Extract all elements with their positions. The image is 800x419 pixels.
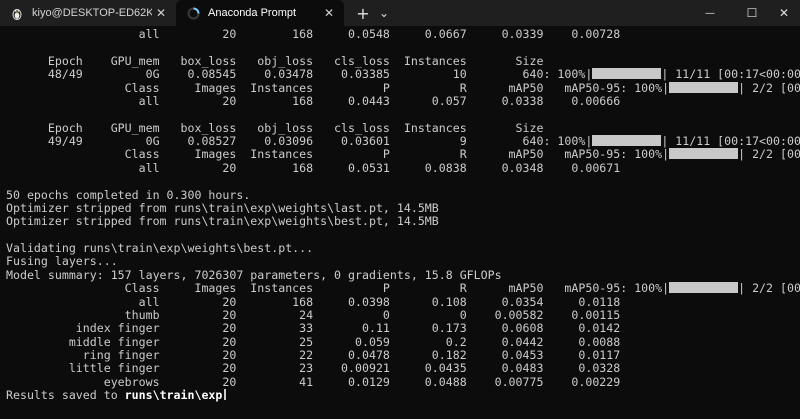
tab-label: Anaconda Prompt <box>208 7 297 19</box>
progress-bar <box>669 148 739 160</box>
terminal-line: Class Images Instances P R mAP50 mAP50-9… <box>6 80 800 95</box>
progress-text: | 11/11 [00:17<00:00, <box>661 134 800 148</box>
tab-wsl[interactable]: kiyo@DESKTOP-ED62KF3: ~ ✕ <box>0 0 176 26</box>
line-text: all 20 168 0.0398 0.108 0.0354 0.0118 <box>6 294 621 309</box>
terminal-line: all 20 168 0.0531 0.0838 0.0348 0.00671 <box>6 160 800 175</box>
line-text: Model summary: 157 layers, 7026307 param… <box>6 267 502 282</box>
terminal-line: Class Images Instances P R mAP50 mAP50-9… <box>6 281 800 296</box>
terminal-line: Validating runs\train\exp\weights\best.p… <box>6 241 800 255</box>
terminal-line: Model summary: 157 layers, 7026307 param… <box>6 267 800 282</box>
line-text: all 20 168 0.0531 0.0838 0.0348 0.00671 <box>6 160 621 175</box>
results-path: runs\train\exp <box>124 388 223 403</box>
progress-text: | 2/2 [00:0 <box>738 147 800 162</box>
terminal-line: all 20 168 0.0443 0.057 0.0338 0.00666 <box>6 93 800 108</box>
line-text: Results saved to <box>6 388 125 403</box>
terminal-line: thumb 20 24 0 0 0.00582 0.00115 <box>6 307 800 322</box>
line-text: Optimizer stripped from runs\train\exp\w… <box>6 200 439 215</box>
terminal-line: middle finger 20 25 0.059 0.2 0.0442 0.0… <box>6 334 800 349</box>
line-text: thumb 20 24 0 0 0.00582 0.00115 <box>6 307 621 322</box>
line-text: Epoch GPU_mem box_loss obj_loss cls_loss… <box>6 120 544 135</box>
linux-penguin-icon <box>10 6 24 20</box>
line-text: 49/49 0G 0.08527 0.03096 0.03601 9 640: … <box>6 134 593 148</box>
maximize-button[interactable]: ☐ <box>734 0 770 26</box>
loading-spinner-icon <box>186 6 200 20</box>
terminal-line: all 20 168 0.0398 0.108 0.0354 0.0118 <box>6 294 800 309</box>
close-tab-icon[interactable]: ✕ <box>320 6 338 20</box>
terminal-line: 49/49 0G 0.08527 0.03096 0.03601 9 640: … <box>6 134 800 148</box>
terminal-line: Results saved to runs\train\exp <box>6 388 800 403</box>
close-tab-icon[interactable]: ✕ <box>152 6 170 20</box>
tab-dropdown-button[interactable]: ⌄ <box>374 0 394 26</box>
terminal-lines: all 20 168 0.0548 0.0667 0.0339 0.00728 … <box>6 27 800 403</box>
progress-text: | 2/2 [00:0 <box>738 281 800 296</box>
progress-text: | 2/2 [00:0 <box>738 80 800 95</box>
line-text: middle finger 20 25 0.059 0.2 0.0442 0.0… <box>6 334 621 349</box>
title-bar: kiyo@DESKTOP-ED62KF3: ~ ✕ Anaconda Promp… <box>0 0 800 26</box>
terminal-line: eyebrows 20 41 0.0129 0.0488 0.00775 0.0… <box>6 374 800 389</box>
line-text: Fusing layers... <box>6 254 118 269</box>
progress-text: | 11/11 [00:17<00:00, <box>661 67 800 82</box>
progress-bar <box>669 282 739 294</box>
progress-bar <box>592 68 662 80</box>
line-text: Optimizer stripped from runs\train\exp\w… <box>6 214 439 229</box>
terminal-line: 48/49 0G 0.08545 0.03478 0.03385 10 640:… <box>6 67 800 82</box>
line-text: Class Images Instances P R mAP50 mAP50-9… <box>6 281 670 296</box>
line-text: index finger 20 33 0.11 0.173 0.0608 0.0… <box>6 321 621 336</box>
tab-label: kiyo@DESKTOP-ED62KF3: ~ <box>32 7 152 19</box>
line-text: Class Images Instances P R mAP50 mAP50-9… <box>6 80 670 95</box>
line-text: 50 epochs completed in 0.300 hours. <box>6 187 251 202</box>
new-tab-button[interactable]: + <box>352 0 374 26</box>
line-text: all 20 168 0.0443 0.057 0.0338 0.00666 <box>6 93 621 108</box>
progress-bar <box>592 135 662 146</box>
minimize-button[interactable]: — <box>692 0 728 26</box>
terminal-line: Fusing layers... <box>6 255 800 268</box>
line-text: ring finger 20 22 0.0478 0.182 0.0453 0.… <box>6 348 621 362</box>
line-text: eyebrows 20 41 0.0129 0.0488 0.00775 0.0… <box>6 374 621 389</box>
close-window-button[interactable]: ✕ <box>768 0 800 26</box>
line-text: Epoch GPU_mem box_loss obj_loss cls_loss… <box>6 53 544 68</box>
line-text: little finger 20 23 0.00921 0.0435 0.048… <box>6 361 621 376</box>
tab-anaconda-prompt[interactable]: Anaconda Prompt ✕ <box>176 0 344 26</box>
terminal-line: 50 epochs completed in 0.300 hours. <box>6 187 800 202</box>
terminal-output[interactable]: all 20 168 0.0548 0.0667 0.0339 0.00728 … <box>0 26 800 419</box>
line-text: 48/49 0G 0.08545 0.03478 0.03385 10 640:… <box>6 67 593 82</box>
text-cursor <box>224 389 227 401</box>
terminal-line: little finger 20 23 0.00921 0.0435 0.048… <box>6 362 800 375</box>
terminal-line: Epoch GPU_mem box_loss obj_loss cls_loss… <box>6 53 800 68</box>
terminal-line: all 20 168 0.0548 0.0667 0.0339 0.00728 <box>6 27 800 41</box>
terminal-line: Epoch GPU_mem box_loss obj_loss cls_loss… <box>6 120 800 135</box>
line-text: Validating runs\train\exp\weights\best.p… <box>6 241 314 255</box>
terminal-line: index finger 20 33 0.11 0.173 0.0608 0.0… <box>6 322 800 335</box>
terminal-line: Class Images Instances P R mAP50 mAP50-9… <box>6 148 800 161</box>
terminal-line: Optimizer stripped from runs\train\exp\w… <box>6 215 800 228</box>
progress-bar <box>669 81 739 93</box>
line-text: all 20 168 0.0548 0.0667 0.0339 0.00728 <box>6 27 621 41</box>
terminal-line: ring finger 20 22 0.0478 0.182 0.0453 0.… <box>6 348 800 362</box>
terminal-line: Optimizer stripped from runs\train\exp\w… <box>6 200 800 215</box>
line-text: Class Images Instances P R mAP50 mAP50-9… <box>6 147 670 162</box>
